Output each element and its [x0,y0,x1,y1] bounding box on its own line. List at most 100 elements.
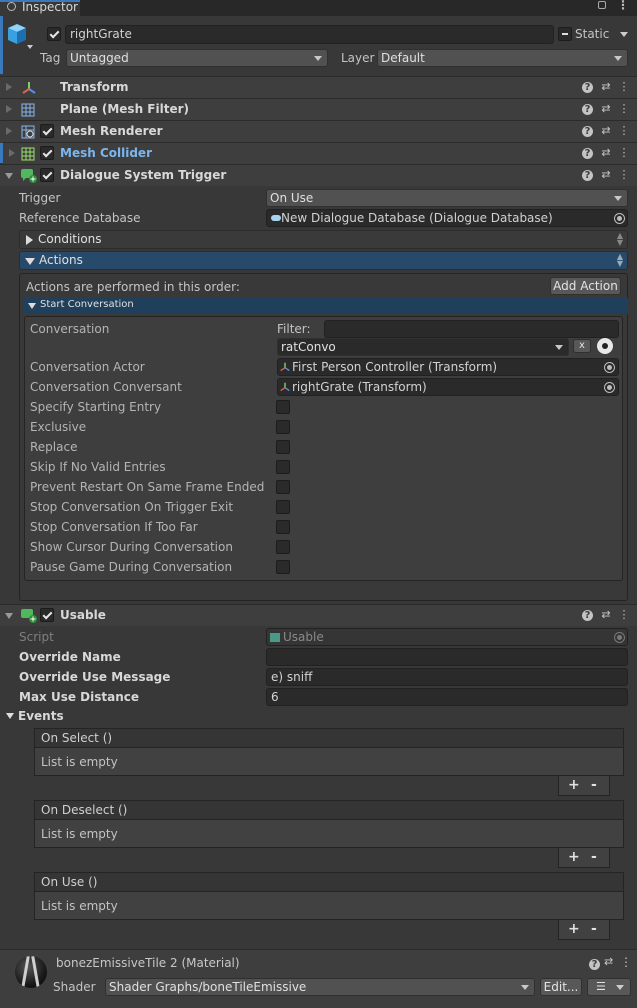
presets-icon[interactable]: ⇄ [599,168,613,182]
actions-note: Actions are performed in this order: [26,280,240,294]
shader-options-button[interactable]: ☰ [587,978,631,996]
transform-icon [280,362,290,372]
option-checkbox[interactable] [276,400,290,414]
foldout-arrow[interactable] [6,105,12,113]
option-checkbox[interactable] [276,420,290,434]
presets-icon[interactable]: ⇄ [599,102,613,116]
option-checkbox[interactable] [276,560,290,574]
component-mesh-renderer[interactable]: Mesh Renderer ? ⇄ ⋮ [0,120,637,142]
kebab-menu-icon[interactable]: ⋮ [617,0,629,12]
clear-conversation-button[interactable]: x [573,339,591,353]
actions-foldout[interactable]: Actions ▲ ▼ [19,251,628,270]
remove-button[interactable]: - [591,776,597,794]
name-field[interactable]: rightGrate [65,25,554,44]
presets-icon[interactable]: ⇄ [599,124,613,138]
help-icon[interactable]: ? [582,610,593,621]
remove-button[interactable]: - [591,848,597,866]
layer-dropdown[interactable]: Default [377,49,628,67]
kebab-icon[interactable]: ⋮ [617,146,631,160]
conversation-picker-icon[interactable] [597,338,613,354]
component-usable[interactable]: Usable ? ⇄ ⋮ [0,604,637,626]
event-body: List is empty [34,892,624,920]
add-button[interactable]: + [568,776,580,794]
add-button[interactable]: + [568,848,580,866]
presets-icon[interactable]: ⇄ [599,146,613,160]
option-checkbox[interactable] [276,460,290,474]
object-picker-icon[interactable] [604,382,615,393]
presets-icon[interactable]: ⇄ [604,955,613,968]
help-icon[interactable]: ? [582,148,593,159]
max-distance-input[interactable]: 6 [266,688,628,706]
foldout-arrow[interactable] [5,173,13,179]
foldout-arrow[interactable] [5,613,13,619]
help-icon[interactable]: ? [582,126,593,137]
refdb-field[interactable]: New Dialogue Database (Dialogue Database… [266,209,628,227]
active-checkbox[interactable] [47,27,61,41]
filter-input[interactable] [324,320,619,338]
enabled-checkbox[interactable] [40,168,54,182]
option-checkbox[interactable] [276,520,290,534]
conversation-dropdown[interactable]: ratConvo [277,338,569,356]
tag-value: Untagged [70,51,129,65]
enabled-checkbox[interactable] [40,124,54,138]
presets-icon[interactable]: ⇄ [599,80,613,94]
event-body: List is empty [34,820,624,848]
help-icon[interactable]: ? [582,170,593,181]
kebab-icon[interactable]: ⋮ [617,102,631,116]
static-checkbox[interactable] [558,27,572,41]
component-mesh-filter[interactable]: Plane (Mesh Filter) ? ⇄ ⋮ [0,98,637,120]
shader-dropdown[interactable]: Shader Graphs/boneTileEmissive [105,978,535,996]
foldout-arrow[interactable] [6,127,12,135]
kebab-icon[interactable]: ⋮ [617,168,631,182]
help-icon[interactable]: ? [582,104,593,115]
icon-dropdown-arrow[interactable] [27,45,33,49]
add-button[interactable]: + [568,920,580,938]
kebab-icon[interactable]: ⋮ [620,955,632,969]
option-label: Exclusive [30,420,87,434]
lock-icon[interactable] [598,1,606,9]
object-picker-icon[interactable] [604,362,615,373]
start-conversation-header[interactable]: Start Conversation [23,298,628,314]
conversant-label: Conversation Conversant [30,380,182,394]
help-icon[interactable]: ? [582,82,593,93]
option-checkbox[interactable] [276,440,290,454]
help-icon[interactable]: ? [589,959,600,970]
component-mesh-collider[interactable]: Mesh Collider ? ⇄ ⋮ [3,142,637,164]
conditions-foldout[interactable]: Conditions ▲ ▼ [19,230,628,249]
add-action-button[interactable]: Add Action [550,277,621,295]
kebab-icon[interactable]: ⋮ [617,80,631,94]
component-title: Usable [60,608,106,622]
reorder-icon: ▲ ▼ [616,231,623,247]
component-dialogue-system-trigger[interactable]: Dialogue System Trigger ? ⇄ ⋮ [0,164,637,186]
option-checkbox[interactable] [276,540,290,554]
option-checkbox[interactable] [276,480,290,494]
actor-field[interactable]: First Person Controller (Transform) [277,358,619,376]
option-checkbox[interactable] [276,500,290,514]
kebab-icon[interactable]: ⋮ [617,608,631,622]
foldout-arrow[interactable] [9,149,15,157]
tab-inspector[interactable]: Inspector [0,0,80,17]
remove-button[interactable]: - [591,920,597,938]
static-dropdown-arrow[interactable] [620,32,628,37]
dialogue-trigger-icon [21,169,37,183]
tag-dropdown[interactable]: Untagged [66,49,328,67]
script-label: Script [19,630,54,644]
foldout-arrow[interactable] [6,83,12,91]
list-icon: ☰ [596,980,606,993]
conversant-field[interactable]: rightGrate (Transform) [277,378,619,396]
object-picker-icon[interactable] [614,213,625,224]
kebab-icon[interactable]: ⋮ [617,124,631,138]
option-label: Stop Conversation If Too Far [30,520,198,534]
tag-label: Tag [40,51,61,65]
enabled-checkbox[interactable] [40,608,54,622]
trigger-dropdown[interactable]: On Use [266,189,628,207]
presets-icon[interactable]: ⇄ [599,608,613,622]
component-transform[interactable]: Transform ? ⇄ ⋮ [0,76,637,98]
enabled-checkbox[interactable] [40,146,54,160]
inspector-icon [7,2,16,11]
override-name-input[interactable] [266,648,628,666]
edit-shader-button[interactable]: Edit... [540,978,582,996]
shader-label: Shader [53,980,96,994]
events-arrow[interactable] [6,713,14,719]
override-msg-input[interactable]: e) sniff [266,668,628,686]
